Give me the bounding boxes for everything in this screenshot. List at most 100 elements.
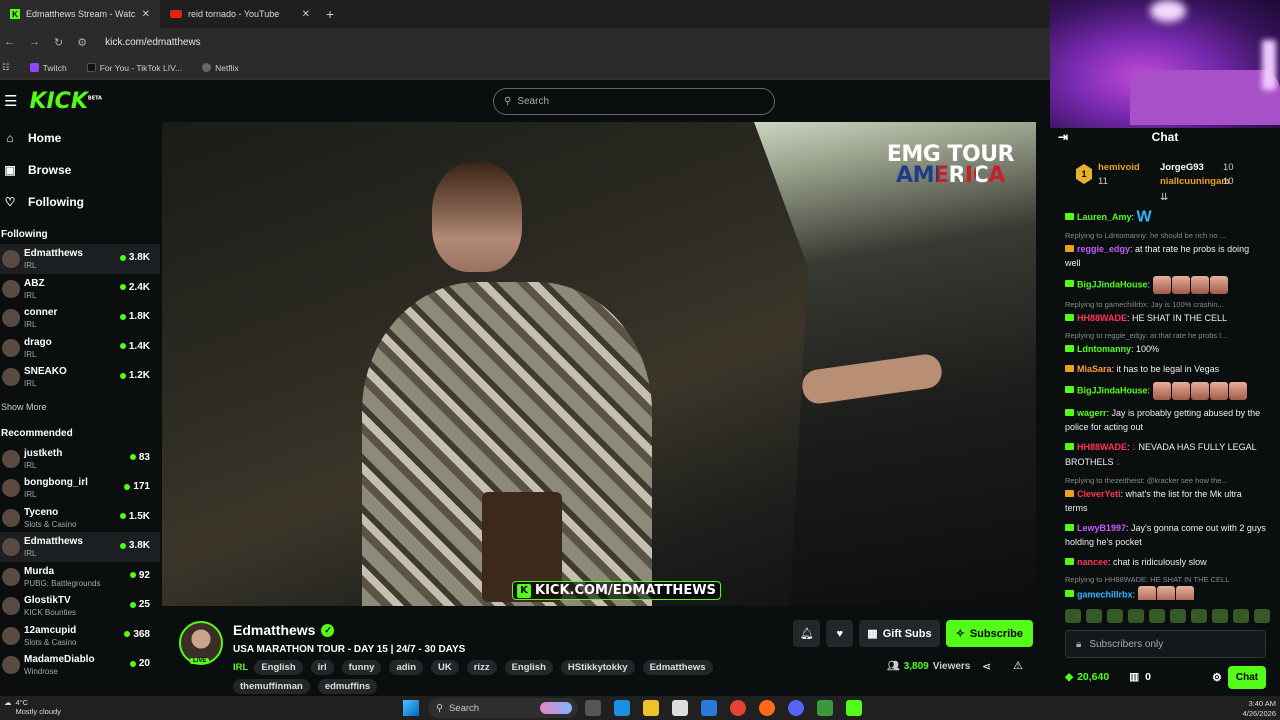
emote-icon[interactable] [1254,609,1270,623]
chat-username[interactable]: BigJJindaHouse [1077,385,1148,395]
leader-user[interactable]: hemivoid [1098,162,1140,173]
browser-tab-kick[interactable]: K Edmatthews Stream - Watc ✕ [0,0,160,28]
show-more-link[interactable]: Show More [0,396,160,418]
chat-username[interactable]: LewyB1997 [1077,523,1126,533]
reload-icon[interactable]: ↻ [54,36,63,49]
category-link[interactable]: IRL [233,662,248,673]
chat-username[interactable]: wagerr [1077,408,1107,418]
weather-widget[interactable]: ☁ 4°C Mostly cloudy [4,698,61,716]
channel-row[interactable]: conner IRL 1.8K [0,303,160,333]
tag-chip[interactable]: UK [431,660,459,675]
emote-icon[interactable] [1149,609,1165,623]
emote-icon[interactable] [1086,609,1102,623]
tag-chip[interactable]: irl [310,660,334,675]
bookmark-tiktok[interactable]: For You - TikTok LIV... [86,63,182,73]
tag-chip[interactable]: rizz [466,660,497,675]
emote-icon[interactable] [1107,609,1123,623]
nav-following[interactable]: ♡ Following [0,186,160,218]
channel-row[interactable]: Edmatthews IRL 3.8K [0,244,160,274]
bookmark-netflix[interactable]: Netflix [202,63,239,73]
chat-username[interactable]: MiaSara [1077,364,1112,374]
close-tab-icon[interactable]: ✕ [302,9,310,20]
reply-preview[interactable]: Replying to Ldntomanny: he should be ric… [1065,231,1266,241]
chat-username[interactable]: gamechillrbx [1077,589,1133,599]
menu-icon[interactable]: ☰ [4,92,17,110]
reply-preview[interactable]: Replying to gamechillrbx: Jay is 100% cr… [1065,300,1266,310]
channel-row[interactable]: ABZ IRL 2.4K [0,274,160,304]
channel-row[interactable]: bongbong_irl IRL 171 [0,473,160,503]
kick-logo[interactable]: KICKBETA [29,89,102,114]
chat-input[interactable]: 🔒︎ Subscribers only [1065,630,1266,658]
channel-row[interactable]: drago IRL 1.4K [0,333,160,363]
chat-username[interactable]: HH88WADE [1077,313,1127,323]
chat-username[interactable]: CleverYeti [1077,489,1121,499]
reply-preview[interactable]: Replying to thezeitheist: @kracker see h… [1065,476,1266,486]
tag-chip[interactable]: Edmatthews [642,660,713,675]
channel-name[interactable]: Edmatthews ✓ [233,622,335,638]
tag-chip[interactable]: HStikkytokky [560,660,635,675]
kicks-balance[interactable]: ◆ 20,640 [1065,671,1109,683]
chat-username[interactable]: BigJJindaHouse [1077,279,1148,289]
share-icon[interactable]: ⋖ [982,660,991,673]
channel-row[interactable]: MadameDiablo Windrose 20 [0,650,160,680]
channel-row[interactable]: 12amcupid Slots & Casino 368 [0,621,160,651]
new-tab-icon[interactable]: + [326,6,334,22]
reply-preview[interactable]: Replying to HH88WADE: HE SHAT IN THE CEL… [1065,575,1266,585]
mail-icon[interactable] [701,700,717,716]
tag-chip[interactable]: themuffinman [233,679,310,694]
expand-pinned-icon[interactable]: ⇊ [1160,192,1168,203]
forward-icon[interactable]: → [29,36,40,48]
bookmark-twitch[interactable]: Twitch [29,63,67,73]
xbox-icon[interactable] [817,700,833,716]
chat-username[interactable]: nancee [1077,557,1108,567]
gifts-count[interactable]: ▥ 0 [1129,671,1151,683]
edge-icon[interactable] [614,700,630,716]
subscribe-button[interactable]: ✧ Subscribe [945,620,1033,647]
notifications-button[interactable]: 🔔︎ [793,620,821,647]
channel-row[interactable]: justketh IRL 83 [0,444,160,474]
system-clock[interactable]: 3:40 AM 4/26/2026 [1243,699,1276,719]
chat-username[interactable]: HH88WADE [1077,442,1127,452]
url-field[interactable]: kick.com/edmatthews [105,37,201,48]
back-icon[interactable]: ← [4,36,15,48]
leader-user[interactable]: niallcuuningam [1160,176,1230,187]
gift-subs-button[interactable]: ▦ Gift Subs [859,620,940,647]
chrome-icon[interactable] [730,700,746,716]
emote-icon[interactable] [1170,609,1186,623]
nav-browse[interactable]: ▣ Browse [0,154,160,186]
leader-user[interactable]: JorgeG93 [1160,162,1204,173]
reply-preview[interactable]: Replying to reggie_edgy: at that rate he… [1065,331,1266,341]
kick-app-icon[interactable] [846,700,862,716]
video-player[interactable]: EMG TOUR AMERICA K KICK.COM/EDMATTHEWS [162,122,1036,606]
file-explorer-icon[interactable] [643,700,659,716]
tag-chip[interactable]: funny [341,660,382,675]
close-tab-icon[interactable]: ✕ [142,9,150,20]
channel-row[interactable]: Murda PUBG: Battlegrounds 92 [0,562,160,592]
task-view-icon[interactable] [585,700,601,716]
browser-tab-youtube[interactable]: reid tornado - YouTube ✕ [160,0,320,28]
channel-row[interactable]: Tyceno Slots & Casino 1.5K [0,503,160,533]
tag-chip[interactable]: edmuffins [317,679,378,694]
emote-icon[interactable] [1233,609,1249,623]
channel-row[interactable]: Edmatthews IRL 3.8K [0,532,160,562]
emote-icon[interactable] [1065,609,1081,623]
chat-username[interactable]: Ldntomanny [1077,344,1131,354]
app-icon[interactable] [759,700,775,716]
chat-username[interactable]: reggie_edgy [1077,244,1130,254]
emote-icon[interactable] [1191,609,1207,623]
report-icon[interactable]: ⚠ [1013,659,1023,672]
nav-home[interactable]: ⌂ Home [0,122,160,154]
follow-button[interactable]: ♥ [826,620,854,647]
search-input[interactable]: ⚲ Search [493,88,775,115]
store-icon[interactable] [672,700,688,716]
windows-start-icon[interactable] [403,700,419,716]
apps-icon[interactable]: ☷ [2,62,10,73]
taskbar-search[interactable]: ⚲ Search [428,698,578,718]
chat-username[interactable]: Lauren_Amy [1077,212,1132,222]
channel-row[interactable]: GlostikTV KICK Bounties 25 [0,591,160,621]
site-info-icon[interactable]: ⚙ [77,36,87,49]
discord-icon[interactable] [788,700,804,716]
tag-chip[interactable]: English [504,660,553,675]
settings-icon[interactable]: ⚙ [1212,671,1222,684]
collapse-chat-icon[interactable]: ⇥ [1058,130,1068,144]
